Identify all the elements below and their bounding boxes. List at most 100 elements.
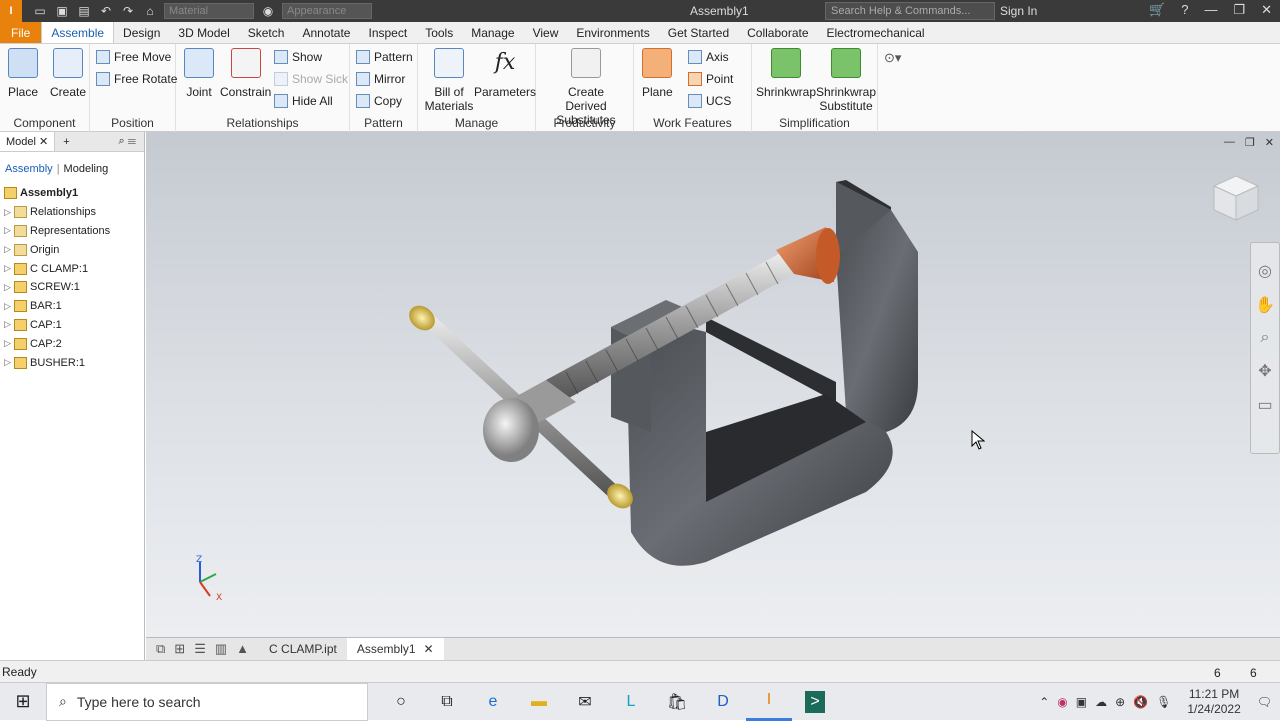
position-panel-title[interactable]: Position [90, 116, 175, 130]
tab-annotate[interactable]: Annotate [293, 22, 359, 43]
tab-environments[interactable]: Environments [567, 22, 658, 43]
manage-panel-title[interactable]: Manage [418, 116, 535, 130]
save-icon[interactable]: ▤ [76, 4, 92, 18]
tree-item[interactable]: ▷ Relationships [0, 203, 144, 222]
component-panel-title[interactable]: Component [0, 116, 89, 130]
mic-icon[interactable]: 🎙 [1156, 695, 1171, 709]
color-wheel-icon[interactable]: ◉ [260, 4, 276, 18]
tab-assemble[interactable]: Assemble [41, 22, 115, 43]
tab-view[interactable]: View [524, 22, 568, 43]
volume-icon[interactable]: 🔇 [1133, 695, 1148, 709]
browser-search-icon[interactable]: ⌕ ☰ [119, 135, 144, 148]
joint-button[interactable]: Joint [184, 48, 214, 99]
free-move-button[interactable]: Free Move [96, 50, 171, 64]
appearance-dropdown[interactable]: Appearance [282, 3, 372, 19]
tab-sketch[interactable]: Sketch [239, 22, 294, 43]
show-sick-button[interactable]: Show Sick [274, 72, 348, 86]
tab-electromechanical[interactable]: Electromechanical [818, 22, 934, 43]
plane-button[interactable]: Plane [642, 48, 673, 99]
network-icon[interactable]: ⊕ [1115, 695, 1125, 709]
free-rotate-button[interactable]: Free Rotate [96, 72, 177, 86]
tree-item[interactable]: ▷ CAP:1 [0, 316, 144, 335]
inventor-taskbar-icon[interactable]: I [746, 683, 792, 721]
parameters-button[interactable]: fx Parameters [474, 48, 536, 99]
vertical-icon[interactable]: ▥ [215, 641, 227, 657]
point-button[interactable]: Point [688, 72, 733, 86]
show-button[interactable]: Show [274, 50, 322, 64]
copy-button[interactable]: Copy [356, 94, 402, 108]
tree-item[interactable]: ▷ BAR:1 [0, 297, 144, 316]
doc-tab-assembly1[interactable]: Assembly1 ✕ [346, 637, 444, 661]
ucs-button[interactable]: UCS [688, 94, 731, 108]
tree-item[interactable]: ▷ BUSHER:1 [0, 353, 144, 372]
tree-item[interactable]: ▷ Representations [0, 222, 144, 241]
bill-of-materials-button[interactable]: Bill of Materials [424, 48, 474, 113]
lync-icon[interactable]: L [608, 683, 654, 721]
shrinkwrap-substitute-button[interactable]: Shrinkwrap Substitute [816, 48, 876, 113]
dyna-icon[interactable]: D [700, 683, 746, 721]
tree-root[interactable]: Assembly1 [0, 184, 144, 203]
tree-item[interactable]: ▷ SCREW:1 [0, 278, 144, 297]
tab-inspect[interactable]: Inspect [359, 22, 416, 43]
mail-icon[interactable]: ✉ [562, 683, 608, 721]
undo-icon[interactable]: ↶ [98, 4, 114, 18]
model-tab[interactable]: Model ✕ [0, 132, 56, 151]
redo-icon[interactable]: ↷ [120, 4, 136, 18]
help-search-input[interactable]: Search Help & Commands... [825, 2, 995, 20]
tree-item[interactable]: ▷ CAP:2 [0, 334, 144, 353]
simplification-panel-title[interactable]: Simplification [752, 116, 877, 130]
place-button[interactable]: Place [8, 48, 38, 99]
minimize-icon[interactable]: — [1204, 2, 1217, 18]
shrinkwrap-button[interactable]: Shrinkwrap [756, 48, 816, 99]
clock[interactable]: 11:21 PM 1/24/2022 [1187, 687, 1240, 717]
help-icon[interactable]: ? [1181, 2, 1188, 18]
axis-button[interactable]: Axis [688, 50, 729, 64]
notifications-icon[interactable]: 🗨 [1257, 695, 1272, 709]
tab-3d-model[interactable]: 3D Model [169, 22, 238, 43]
cloud-icon[interactable]: ☁ [1095, 695, 1107, 709]
store-icon[interactable]: 🛍 [654, 683, 700, 721]
doc-tab-c-clamp[interactable]: C CLAMP.ipt [259, 638, 347, 661]
tab-get-started[interactable]: Get Started [659, 22, 738, 43]
create-button[interactable]: Create [50, 48, 86, 99]
tree-item[interactable]: ▷ C CLAMP:1 [0, 259, 144, 278]
taskbar-search[interactable]: ⌕ Type here to search [46, 682, 368, 721]
tree-item[interactable]: ▷ Origin [0, 240, 144, 259]
add-tab-icon[interactable]: + [55, 136, 77, 148]
cortana-icon[interactable]: ○ [378, 683, 424, 721]
horizontal-icon[interactable]: ☰ [194, 641, 206, 657]
modeling-mode[interactable]: Modeling [64, 163, 109, 175]
open-icon[interactable]: ▣ [54, 4, 70, 18]
tab-menu-icon[interactable]: ▲ [236, 641, 249, 657]
pattern-panel-title[interactable]: Pattern [350, 116, 417, 130]
assembly-mode[interactable]: Assembly [5, 163, 53, 175]
edge-icon[interactable]: e [470, 683, 516, 721]
record-icon[interactable]: ◉ [1057, 695, 1067, 709]
inventor-logo[interactable]: I [0, 0, 22, 22]
c-clamp-model[interactable] [146, 132, 1280, 637]
close-tab-icon[interactable]: ✕ [424, 642, 434, 656]
cascade-icon[interactable]: ⧉ [156, 641, 165, 657]
windows-start-icon[interactable]: ⊞ [0, 683, 46, 721]
tab-design[interactable]: Design [114, 22, 169, 43]
graphics-viewport[interactable]: — ❐ ✕ ◎ ✋ ⌕ ✥ ▭ Z X [146, 132, 1280, 637]
home-icon[interactable]: ⌂ [142, 4, 158, 18]
tray-up-icon[interactable]: ⌃ [1039, 695, 1049, 709]
file-explorer-icon[interactable]: ▬ [516, 683, 562, 721]
task-view-icon[interactable]: ⧉ [424, 683, 470, 721]
pattern-button[interactable]: Pattern [356, 50, 413, 64]
close-icon[interactable]: ✕ [1261, 2, 1272, 18]
terminal-icon[interactable]: > [792, 683, 838, 721]
constrain-button[interactable]: Constrain [220, 48, 271, 99]
ribbon-options-icon[interactable]: ⊙▾ [884, 50, 901, 66]
mirror-button[interactable]: Mirror [356, 72, 405, 86]
tab-collaborate[interactable]: Collaborate [738, 22, 817, 43]
tab-tools[interactable]: Tools [416, 22, 462, 43]
device-icon[interactable]: ▣ [1076, 695, 1087, 709]
cart-icon[interactable]: 🛒 [1149, 2, 1165, 18]
restore-icon[interactable]: ❐ [1233, 2, 1245, 18]
hide-all-button[interactable]: Hide All [274, 94, 333, 108]
sign-in-link[interactable]: Sign In [1000, 4, 1037, 18]
tab-file[interactable]: File [0, 22, 42, 43]
tile-icon[interactable]: ⊞ [174, 641, 185, 657]
